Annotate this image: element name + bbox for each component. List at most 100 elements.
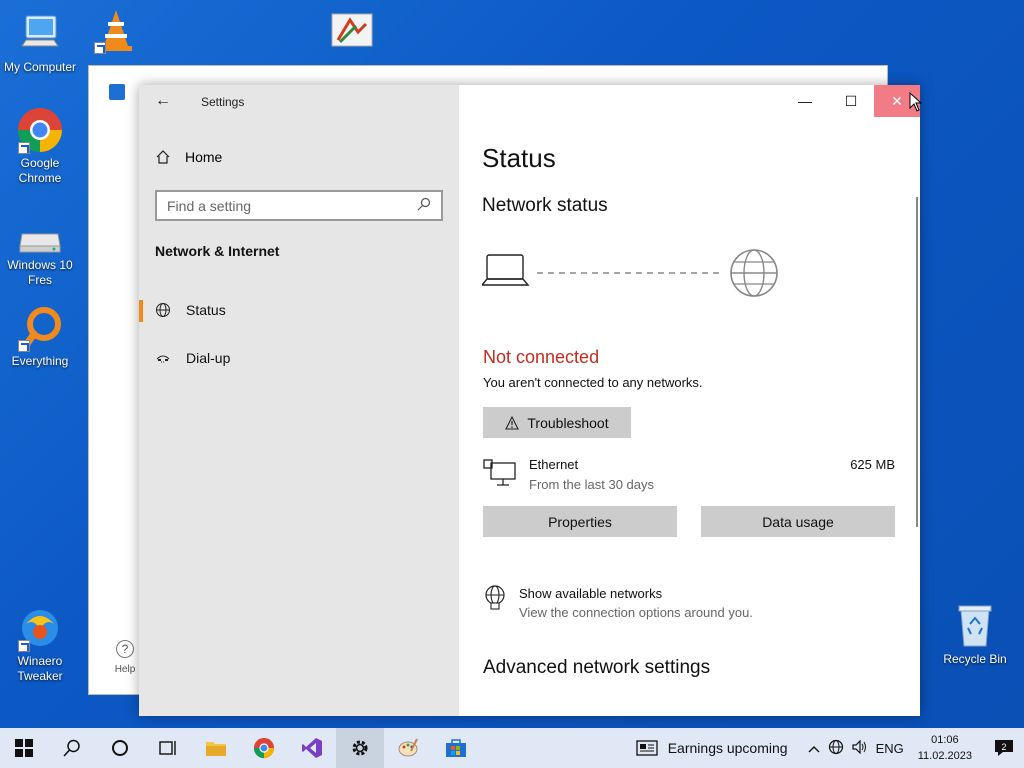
- clock-time: 01:06: [931, 734, 959, 746]
- drive-icon: [16, 220, 64, 256]
- dialup-icon: [139, 350, 186, 366]
- news-widget[interactable]: Earnings upcoming: [636, 740, 788, 756]
- desktop-icon-everything[interactable]: Everything: [0, 304, 80, 369]
- network-status-heading: Network status: [482, 195, 608, 216]
- settings-content: — ☐ ✕ Status Network status Not connecte…: [459, 85, 920, 716]
- taskbar-chrome[interactable]: [240, 728, 288, 768]
- taskbar-store[interactable]: [432, 728, 480, 768]
- taskbar-file-explorer[interactable]: [192, 728, 240, 768]
- desktop-icon-vlc[interactable]: [76, 6, 156, 56]
- gear-icon: [352, 740, 368, 756]
- desktop-icon-terc[interactable]: [312, 12, 392, 62]
- desktop-icon-my-computer[interactable]: My Computer: [0, 10, 80, 75]
- start-button[interactable]: [0, 728, 48, 768]
- minimize-button[interactable]: —: [782, 85, 828, 117]
- settings-sidebar: ← Settings Home Find a setting Network &…: [139, 85, 459, 716]
- sidebar-item-label: Dial-up: [186, 350, 231, 366]
- notification-icon: 2: [995, 740, 1013, 756]
- sidebar-item-label: Status: [186, 302, 226, 318]
- visual-studio-icon: [302, 738, 322, 758]
- desktop-icon-winaero-tweaker[interactable]: Winaero Tweaker: [0, 604, 80, 684]
- network-globe-icon: [483, 585, 507, 616]
- speaker-icon[interactable]: [851, 739, 868, 757]
- sidebar-item-status[interactable]: Status: [139, 290, 459, 330]
- taskbar-visual-studio[interactable]: [288, 728, 336, 768]
- home-icon: [156, 150, 170, 164]
- maximize-button[interactable]: ☐: [828, 85, 874, 117]
- shortcut-arrow-icon: [94, 42, 106, 54]
- troubleshoot-label: Troubleshoot: [527, 414, 609, 431]
- task-view-button[interactable]: [144, 728, 192, 768]
- show-available-networks[interactable]: Show available networks View the connect…: [483, 585, 883, 625]
- action-center-button[interactable]: 2: [984, 739, 1024, 757]
- winaero-tweaker-icon: [16, 604, 64, 652]
- ethernet-usage-row: Ethernet From the last 30 days 625 MB: [483, 457, 895, 497]
- help-icon: ?: [116, 640, 134, 658]
- settings-titlebar[interactable]: ← Settings: [139, 85, 459, 117]
- mouse-cursor-icon: [909, 92, 923, 112]
- properties-button[interactable]: Properties: [483, 506, 677, 537]
- notification-count: 2: [1001, 742, 1006, 752]
- help-label: Help: [114, 664, 136, 675]
- recycle-bin-icon: [951, 602, 999, 650]
- advanced-network-settings-heading: Advanced network settings: [483, 657, 711, 678]
- clock-date: 11.02.2023: [917, 750, 972, 762]
- network-diagram: [482, 249, 778, 297]
- ethernet-icon: [483, 459, 517, 492]
- desktop-icon-google-chrome[interactable]: Google Chrome: [0, 106, 80, 186]
- data-usage-button[interactable]: Data usage: [701, 506, 895, 537]
- help-button[interactable]: ? Help: [113, 640, 137, 675]
- windows-logo-icon: [15, 739, 33, 757]
- warning-icon: [505, 415, 520, 430]
- task-view-icon: [159, 741, 176, 755]
- store-bag-icon: [446, 739, 466, 757]
- taskbar-paint[interactable]: [384, 728, 432, 768]
- window-controls: — ☐ ✕: [782, 85, 920, 117]
- section-title: Network & Internet: [155, 243, 280, 259]
- connection-state: Not connected: [483, 347, 600, 367]
- shortcut-arrow-icon: [18, 340, 30, 352]
- home-link[interactable]: Home: [155, 149, 222, 165]
- home-label: Home: [185, 149, 223, 165]
- input-language[interactable]: ENG: [876, 741, 904, 756]
- ethernet-name: Ethernet: [529, 457, 579, 472]
- show-networks-title: Show available networks: [519, 586, 663, 601]
- computer-icon: [16, 10, 64, 58]
- desktop-icon-label: Winaero Tweaker: [17, 654, 63, 683]
- search-button[interactable]: [48, 728, 96, 768]
- desktop-icon-windows-10-fres[interactable]: Windows 10 Fres: [0, 220, 80, 288]
- desktop-icon-label: My Computer: [3, 60, 77, 74]
- folder-icon: [206, 742, 226, 756]
- cortana-button[interactable]: [96, 728, 144, 768]
- globe-icon: [139, 302, 186, 318]
- chevron-up-icon[interactable]: [808, 741, 820, 756]
- paint-palette-icon: [398, 738, 418, 757]
- troubleshoot-button[interactable]: Troubleshoot: [483, 407, 631, 438]
- network-globe-icon[interactable]: [828, 739, 844, 758]
- sidebar-item-dial-up[interactable]: Dial-up: [139, 338, 459, 378]
- page-title: Status: [482, 143, 556, 173]
- desktop-icon-recycle-bin[interactable]: Recycle Bin: [935, 602, 1015, 667]
- search-placeholder: Find a setting: [167, 197, 252, 214]
- search-icon: [63, 739, 80, 757]
- clock[interactable]: 01:06 11.02.2023: [918, 732, 972, 764]
- scrollbar[interactable]: [916, 197, 918, 527]
- chrome-icon: [16, 106, 64, 154]
- chrome-icon: [253, 737, 275, 759]
- search-input[interactable]: Find a setting: [155, 190, 443, 221]
- internet-globe-icon: [730, 249, 778, 297]
- ethernet-usage: 625 MB: [850, 457, 895, 472]
- desktop-icon-label: Recycle Bin: [943, 652, 1007, 666]
- taskbar-settings[interactable]: [336, 728, 384, 768]
- ethernet-period: From the last 30 days: [529, 477, 654, 492]
- data-usage-label: Data usage: [762, 513, 834, 530]
- everything-search-icon: [16, 304, 64, 352]
- vlc-cone-icon: [92, 6, 140, 54]
- laptop-icon: [482, 254, 530, 286]
- terc-app-icon: [328, 12, 376, 60]
- system-tray: Earnings upcoming ENG 01:06 11.02.2023 2: [636, 728, 1024, 768]
- back-arrow-icon[interactable]: ←: [155, 92, 171, 110]
- settings-window[interactable]: ← Settings Home Find a setting Network &…: [139, 85, 920, 716]
- desktop-icon-label: Google Chrome: [18, 156, 62, 185]
- connection-state-description: You aren't connected to any networks.: [483, 375, 703, 390]
